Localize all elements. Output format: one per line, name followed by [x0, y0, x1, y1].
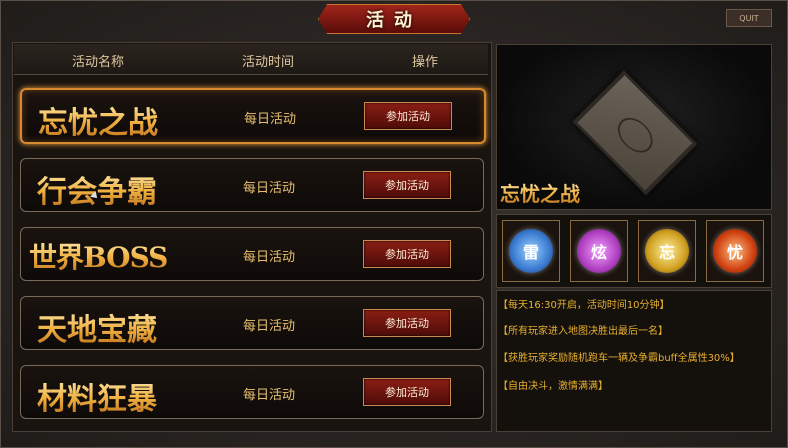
activity-name: 天地宝藏 — [37, 305, 157, 349]
activity-time: 每日活动 — [243, 181, 296, 196]
reward-item-icon: 雷 — [509, 229, 553, 273]
window-title: 活动 — [366, 10, 422, 31]
reward-item-icon: 忘 — [645, 229, 689, 273]
join-activity-button[interactable]: 参加活动 — [363, 378, 451, 406]
join-activity-button[interactable]: 参加活动 — [364, 102, 452, 130]
activity-time: 每日活动 — [243, 319, 296, 334]
window-title-plate: 活动 — [318, 4, 470, 34]
activity-row[interactable]: 行会争霸 每日活动 参加活动 — [20, 158, 484, 212]
header-action: 操作 — [412, 55, 439, 70]
join-activity-button[interactable]: 参加活动 — [363, 240, 451, 268]
activity-name: 材料狂暴 — [37, 374, 157, 418]
info-line: 【所有玩家进入地图决胜出最后一名】 — [498, 326, 668, 337]
reward-item-icon: 炫 — [577, 229, 621, 273]
activity-name: 世界BOSS — [29, 236, 168, 276]
reward-slot[interactable]: 炫 — [570, 220, 628, 282]
reward-slot[interactable]: 忧 — [706, 220, 764, 282]
reward-item-icon: 忧 — [713, 229, 757, 273]
preview-title: 忘忧之战 — [500, 178, 580, 207]
header-activity-time: 活动时间 — [242, 55, 295, 70]
activity-name: 行会争霸 — [37, 167, 157, 211]
reward-slot[interactable]: 雷 — [502, 220, 560, 282]
table-header: 活动名称 活动时间 操作 — [14, 44, 488, 75]
join-activity-button[interactable]: 参加活动 — [363, 309, 451, 337]
quit-button[interactable]: QUIT — [726, 9, 772, 27]
info-line: 【获胜玩家奖励随机跑车一辆及争霸buff全属性30%】 — [498, 353, 740, 364]
activity-time: 每日活动 — [243, 250, 296, 265]
activity-row[interactable]: 天地宝藏 每日活动 参加活动 — [20, 296, 484, 350]
activity-row[interactable]: 世界BOSS 每日活动 参加活动 — [20, 227, 484, 281]
activity-row[interactable]: 材料狂暴 每日活动 参加活动 — [20, 365, 484, 419]
activity-time: 每日活动 — [243, 388, 296, 403]
header-activity-name: 活动名称 — [72, 55, 125, 70]
activity-name: 忘忧之战 — [38, 98, 158, 142]
info-line: 【自由决斗，激情满满】 — [498, 381, 608, 392]
activity-row[interactable]: 忘忧之战 每日活动 参加活动 — [20, 88, 486, 144]
activity-time: 每日活动 — [244, 112, 297, 127]
reward-slot[interactable]: 忘 — [638, 220, 696, 282]
join-activity-button[interactable]: 参加活动 — [363, 171, 451, 199]
info-line: 【每天16:30开启，活动时间10分钟】 — [498, 300, 670, 311]
